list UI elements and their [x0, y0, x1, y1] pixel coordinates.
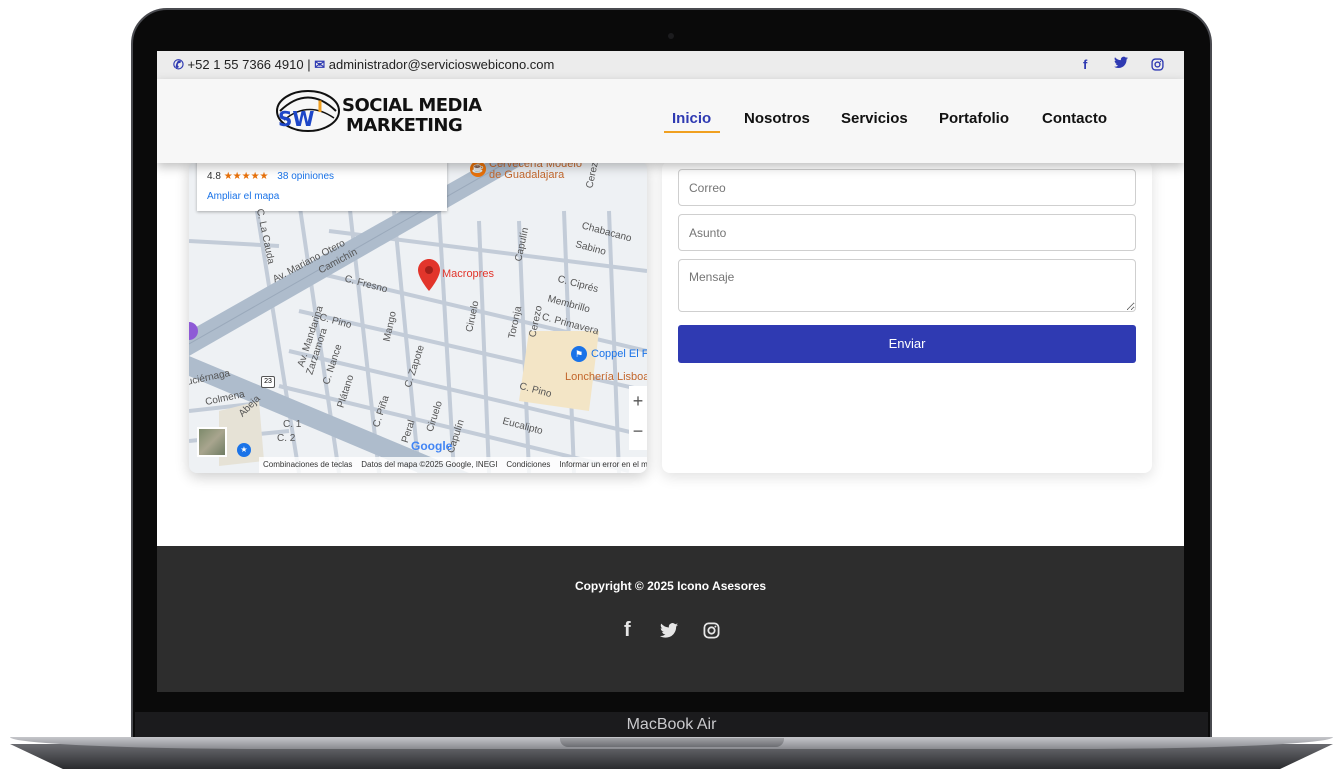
laptop-notch: [560, 738, 784, 747]
top-info-bar: ✆ +52 1 55 7366 4910 | ✉ administrador@s…: [157, 51, 1184, 79]
rating-value: 4.8: [207, 171, 221, 182]
email-address[interactable]: administrador@servicioswebicono.com: [329, 57, 555, 72]
facebook-icon[interactable]: f: [624, 619, 631, 642]
site-header: SW I SOCIAL MEDIA MARKETING Inicio Nosot…: [157, 79, 1184, 163]
location-pin-icon[interactable]: [418, 259, 440, 296]
logo-line-2: MARKETING: [346, 115, 463, 136]
instagram-icon[interactable]: [703, 622, 720, 644]
street-label: C. 1: [283, 419, 302, 430]
logo[interactable]: SW I: [274, 88, 342, 139]
copyright-text: Copyright © 2025 Icono Asesores: [574, 579, 767, 593]
envelope-icon: ✉: [314, 57, 326, 72]
shopping-icon[interactable]: ⚑: [571, 346, 587, 362]
nav-contacto[interactable]: Contacto: [1042, 110, 1107, 127]
submit-button[interactable]: Enviar: [678, 325, 1136, 363]
keyboard-shortcuts-link[interactable]: Combinaciones de teclas: [263, 460, 352, 469]
street-label: C. 2: [277, 433, 296, 444]
screen: ✆ +52 1 55 7366 4910 | ✉ administrador@s…: [157, 51, 1184, 692]
camera: [668, 33, 674, 39]
separator: |: [307, 57, 311, 72]
poi-cerveceria[interactable]: Cervecería Modelo de Guadalajara: [489, 161, 582, 181]
logo-line-1: SOCIAL MEDIA: [342, 95, 482, 116]
logo-text: SOCIAL MEDIA MARKETING: [342, 96, 482, 136]
zoom-in-button[interactable]: +: [629, 386, 647, 416]
svg-text:I: I: [317, 97, 323, 116]
report-error-link[interactable]: Informar un error en el m: [559, 460, 647, 469]
reviews-link[interactable]: 38 opiniones: [277, 171, 334, 182]
zoom-out-button[interactable]: −: [629, 416, 647, 446]
site-footer: Copyright © 2025 Icono Asesores f: [157, 546, 1184, 692]
map-data-label: Datos del mapa ©2025 Google, INEGI: [361, 460, 498, 469]
map-info-box: 4.8 ★★★★★ 38 opiniones Ampliar el mapa: [197, 161, 447, 211]
poi-cerveceria-line2: de Guadalajara: [489, 169, 565, 181]
rating-stars: ★★★★★: [223, 171, 269, 182]
nav-servicios[interactable]: Servicios: [841, 110, 908, 127]
email-field[interactable]: [678, 169, 1136, 206]
place-name[interactable]: Macropres: [442, 268, 494, 280]
twitter-icon[interactable]: [660, 623, 678, 643]
message-field[interactable]: [678, 259, 1136, 312]
expand-map-link[interactable]: Ampliar el mapa: [207, 191, 279, 202]
zoom-controls: + −: [629, 386, 647, 450]
poi-loncheria[interactable]: Lonchería Lisboa: [565, 371, 647, 383]
poi-coppel[interactable]: Coppel El F: [591, 348, 647, 360]
embedded-map[interactable]: 4.8 ★★★★★ 38 opiniones Ampliar el mapa C…: [189, 161, 647, 473]
contact-form: Enviar: [662, 161, 1152, 473]
phone-icon: ✆: [173, 57, 184, 72]
logo-mark: SW: [278, 107, 314, 131]
terms-link[interactable]: Condiciones: [506, 460, 550, 469]
map-attribution: Combinaciones de teclas Datos del mapa ©…: [259, 457, 647, 473]
google-logo: Google: [411, 439, 453, 453]
nav-active-underline: [664, 131, 720, 133]
satellite-toggle[interactable]: [197, 427, 227, 457]
route-shield: 23: [261, 376, 275, 388]
restaurant-icon[interactable]: ☕: [470, 161, 486, 177]
facebook-icon[interactable]: f: [1083, 57, 1087, 72]
twitter-icon[interactable]: [1114, 56, 1128, 72]
subject-field[interactable]: [678, 214, 1136, 251]
device-label: MacBook Air: [626, 716, 717, 733]
nav-portafolio[interactable]: Portafolio: [939, 110, 1009, 127]
contact-info: ✆ +52 1 55 7366 4910 | ✉ administrador@s…: [173, 57, 554, 73]
nav-inicio[interactable]: Inicio: [672, 110, 711, 127]
phone-number[interactable]: +52 1 55 7366 4910: [188, 57, 304, 72]
instagram-icon[interactable]: [1151, 58, 1164, 74]
nav-nosotros[interactable]: Nosotros: [744, 110, 810, 127]
cart-icon[interactable]: ★: [237, 443, 251, 457]
